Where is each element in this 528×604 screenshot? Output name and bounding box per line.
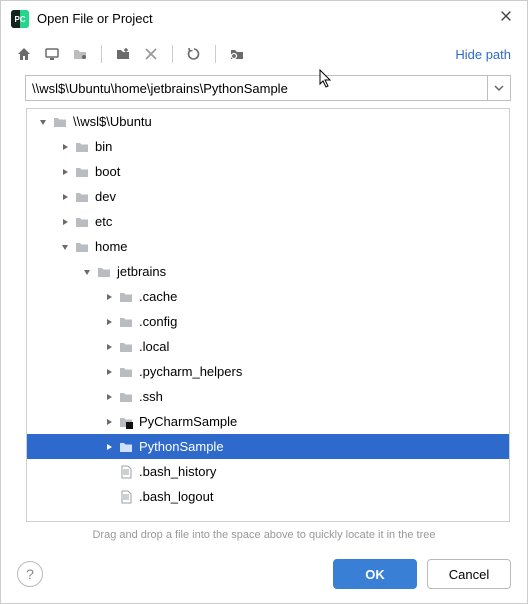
chevron-right-icon[interactable] xyxy=(101,289,117,305)
chevron-right-icon[interactable] xyxy=(57,214,73,230)
refresh-icon[interactable] xyxy=(181,41,207,67)
titlebar: PC Open File or Project xyxy=(1,1,527,37)
tree-row-label: bin xyxy=(95,139,112,154)
chevron-right-icon[interactable] xyxy=(101,339,117,355)
folder-icon xyxy=(117,313,135,331)
tree-row-label: PythonSample xyxy=(139,439,224,454)
tree-row[interactable]: etc xyxy=(27,209,509,234)
file-icon xyxy=(117,463,135,481)
desktop-icon[interactable] xyxy=(39,41,65,67)
tree-row-label: jetbrains xyxy=(117,264,166,279)
tree-row[interactable]: .cache xyxy=(27,284,509,309)
tree-row[interactable]: .ssh xyxy=(27,384,509,409)
close-icon[interactable] xyxy=(495,5,517,32)
toolbar: Hide path xyxy=(1,37,527,71)
path-row xyxy=(1,71,527,107)
tree-row-label: etc xyxy=(95,214,112,229)
folder-icon xyxy=(73,238,91,256)
tree-row[interactable]: jetbrains xyxy=(27,259,509,284)
new-folder-icon[interactable] xyxy=(110,41,136,67)
chevron-right-icon[interactable] xyxy=(101,414,117,430)
svg-text:PC: PC xyxy=(14,15,25,24)
toolbar-separator xyxy=(215,45,216,63)
folder-icon xyxy=(117,388,135,406)
pycharm-app-icon: PC xyxy=(11,10,29,28)
project-root-icon[interactable] xyxy=(67,41,93,67)
tree-row-label: dev xyxy=(95,189,116,204)
file-tree[interactable]: \\wsl$\Ubuntu bin boot dev etc home jetbrains.… xyxy=(26,108,510,522)
path-input[interactable] xyxy=(25,75,487,101)
folder-icon xyxy=(73,163,91,181)
file-tree-wrap: \\wsl$\Ubuntu bin boot dev etc home jetbrains.… xyxy=(25,107,511,523)
folder-icon xyxy=(117,288,135,306)
button-row: ? OK Cancel xyxy=(1,551,527,603)
chevron-placeholder xyxy=(101,464,117,480)
tree-row-label: .bash_history xyxy=(139,464,216,479)
tree-row-label: home xyxy=(95,239,128,254)
tree-row-label: .bash_logout xyxy=(139,489,213,504)
home-icon[interactable] xyxy=(11,41,37,67)
dialog-title: Open File or Project xyxy=(37,11,495,26)
tree-row[interactable]: boot xyxy=(27,159,509,184)
folder-icon xyxy=(95,263,113,281)
tree-row[interactable]: .pycharm_helpers xyxy=(27,359,509,384)
tree-row[interactable]: \\wsl$\Ubuntu xyxy=(27,109,509,134)
tree-row[interactable]: PythonSample xyxy=(27,434,509,459)
tree-row[interactable]: .config xyxy=(27,309,509,334)
folder-icon xyxy=(51,113,69,131)
tree-row[interactable]: bin xyxy=(27,134,509,159)
tree-row-label: .config xyxy=(139,314,177,329)
file-icon xyxy=(117,488,135,506)
open-file-dialog: PC Open File or Project xyxy=(0,0,528,604)
cancel-button[interactable]: Cancel xyxy=(427,559,511,589)
tree-row-label: .ssh xyxy=(139,389,163,404)
tree-row[interactable]: .local xyxy=(27,334,509,359)
chevron-right-icon[interactable] xyxy=(57,139,73,155)
chevron-right-icon[interactable] xyxy=(57,189,73,205)
tree-row[interactable]: .bash_logout xyxy=(27,484,509,509)
tree-row[interactable]: .bash_history xyxy=(27,459,509,484)
chevron-right-icon[interactable] xyxy=(57,164,73,180)
tree-row-label: \\wsl$\Ubuntu xyxy=(73,114,152,129)
help-button[interactable]: ? xyxy=(17,561,43,587)
delete-icon[interactable] xyxy=(138,41,164,67)
ok-button[interactable]: OK xyxy=(333,559,417,589)
project-folder-icon xyxy=(117,413,135,431)
folder-icon xyxy=(73,213,91,231)
folder-icon xyxy=(73,138,91,156)
tree-row-label: .local xyxy=(139,339,169,354)
drag-drop-hint: Drag and drop a file into the space abov… xyxy=(1,523,527,551)
path-dropdown-button[interactable] xyxy=(487,75,511,101)
tree-row-label: .cache xyxy=(139,289,177,304)
chevron-down-icon[interactable] xyxy=(79,264,95,280)
tree-row[interactable]: PyCharmSample xyxy=(27,409,509,434)
show-hidden-icon[interactable] xyxy=(224,41,250,67)
folder-icon xyxy=(117,438,135,456)
chevron-down-icon[interactable] xyxy=(35,114,51,130)
hide-path-link[interactable]: Hide path xyxy=(455,47,517,62)
chevron-right-icon[interactable] xyxy=(101,314,117,330)
tree-row-label: .pycharm_helpers xyxy=(139,364,242,379)
tree-row[interactable]: dev xyxy=(27,184,509,209)
chevron-right-icon[interactable] xyxy=(101,364,117,380)
tree-row-label: PyCharmSample xyxy=(139,414,237,429)
toolbar-separator xyxy=(101,45,102,63)
folder-icon xyxy=(117,338,135,356)
chevron-right-icon[interactable] xyxy=(101,389,117,405)
folder-icon xyxy=(117,363,135,381)
folder-icon xyxy=(73,188,91,206)
toolbar-separator xyxy=(172,45,173,63)
chevron-placeholder xyxy=(101,489,117,505)
chevron-down-icon[interactable] xyxy=(57,239,73,255)
tree-row[interactable]: home xyxy=(27,234,509,259)
chevron-right-icon[interactable] xyxy=(101,439,117,455)
tree-row-label: boot xyxy=(95,164,120,179)
